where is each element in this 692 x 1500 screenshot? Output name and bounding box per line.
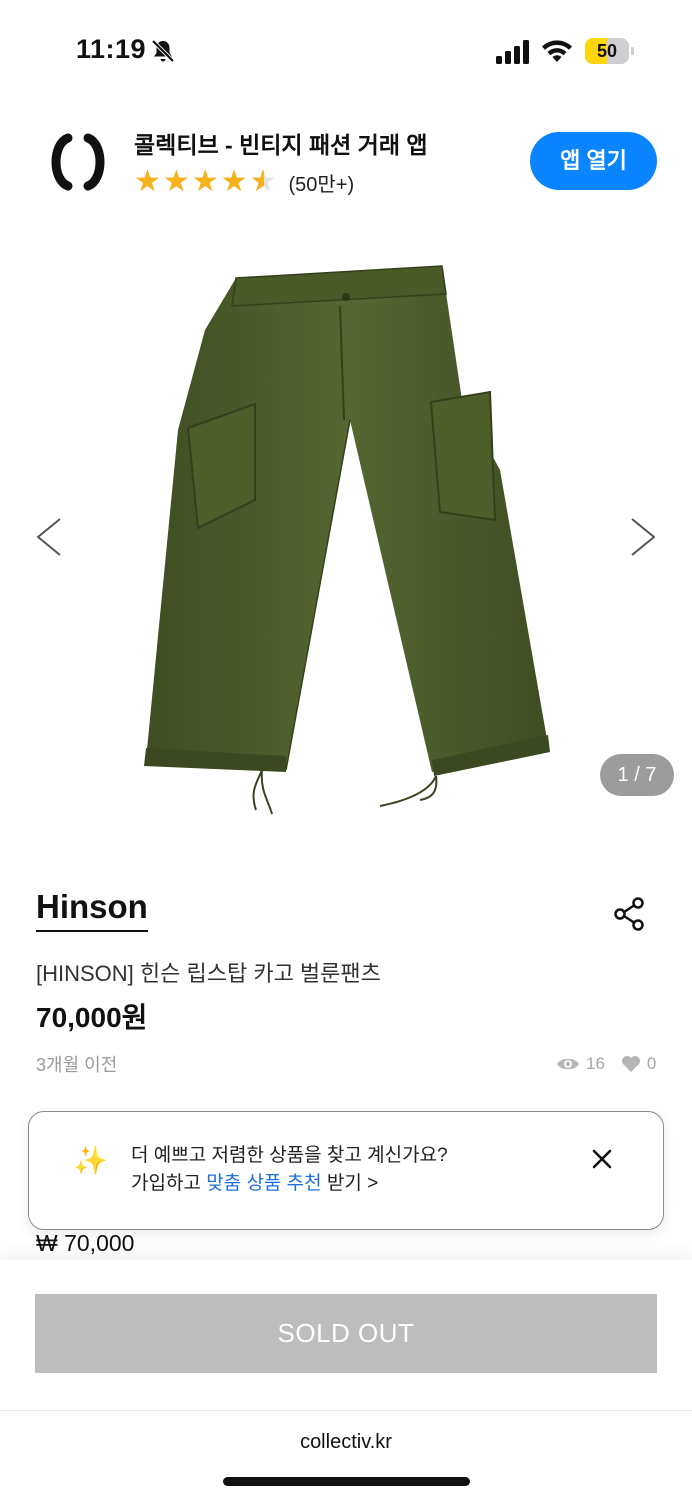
status-time: 11:19 <box>76 34 147 64</box>
toast-signup-link[interactable]: 가입하고 맞춤 상품 추천 받기 > <box>131 1168 378 1195</box>
app-title: 콜렉티브 - 빈티지 패션 거래 앱 <box>134 132 428 158</box>
open-app-button[interactable]: 앱 열기 <box>530 132 657 190</box>
heart-icon[interactable] <box>621 1055 641 1073</box>
chevron-left-icon[interactable] <box>32 515 66 559</box>
signal-icon <box>496 40 529 64</box>
battery-percent: 50 <box>596 41 618 61</box>
toast-suffix: 받기 > <box>321 1173 379 1194</box>
product-image[interactable] <box>0 240 692 840</box>
product-price: 70,000원 <box>36 1002 148 1033</box>
toast-message: 더 예쁘고 저렴한 상품을 찾고 계신가요? <box>131 1145 448 1166</box>
image-counter: 1 / 7 <box>600 754 674 796</box>
posted-time: 3개월 이전 <box>36 1055 118 1075</box>
url-label[interactable]: collectiv.kr <box>0 1431 692 1454</box>
app-download-banner: 콜렉티브 - 빈티지 패션 거래 앱 ★★★★★ ★★★★★ (50만+) 앱 … <box>0 110 692 220</box>
bottom-action-bar: SOLD OUT <box>0 1260 692 1410</box>
app-rating: ★★★★★ ★★★★★ (50만+) <box>134 166 354 198</box>
home-indicator[interactable] <box>223 1477 470 1486</box>
eye-icon <box>557 1058 579 1070</box>
bell-off-icon <box>151 39 175 63</box>
browser-footer: collectiv.kr <box>0 1410 692 1500</box>
share-icon[interactable] <box>612 896 648 932</box>
signup-toast[interactable]: ✨ 더 예쁘고 저렴한 상품을 찾고 계신가요? 가입하고 맞춤 상품 추천 받… <box>28 1111 664 1230</box>
star-icon: ★★★★★ ★★★★★ <box>134 165 279 198</box>
wifi-icon <box>542 40 572 62</box>
sold-out-button[interactable]: SOLD OUT <box>35 1294 657 1373</box>
toast-highlight: 맞춤 상품 추천 <box>206 1173 322 1194</box>
app-logo-icon <box>51 133 105 191</box>
sparkle-icon: ✨ <box>73 1145 108 1176</box>
product-stats: 16 0 <box>556 1052 656 1076</box>
product-name: [HINSON] 힌슨 립스탑 카고 벌룬팬츠 <box>36 961 381 986</box>
bottom-price: ₩ 70,000 <box>36 1230 135 1256</box>
status-bar: 11:19 50 <box>0 0 692 100</box>
battery-icon: 50 <box>585 38 634 64</box>
like-count: 0 <box>646 1054 657 1073</box>
rating-count: (50만+) <box>288 173 355 196</box>
toast-prefix: 가입하고 <box>131 1173 207 1194</box>
view-count: 16 <box>586 1054 605 1073</box>
chevron-right-icon[interactable] <box>626 515 660 559</box>
brand-link[interactable]: Hinson <box>36 888 148 932</box>
close-icon[interactable] <box>591 1148 613 1170</box>
stars-fill: ★★★★★ <box>134 166 264 198</box>
